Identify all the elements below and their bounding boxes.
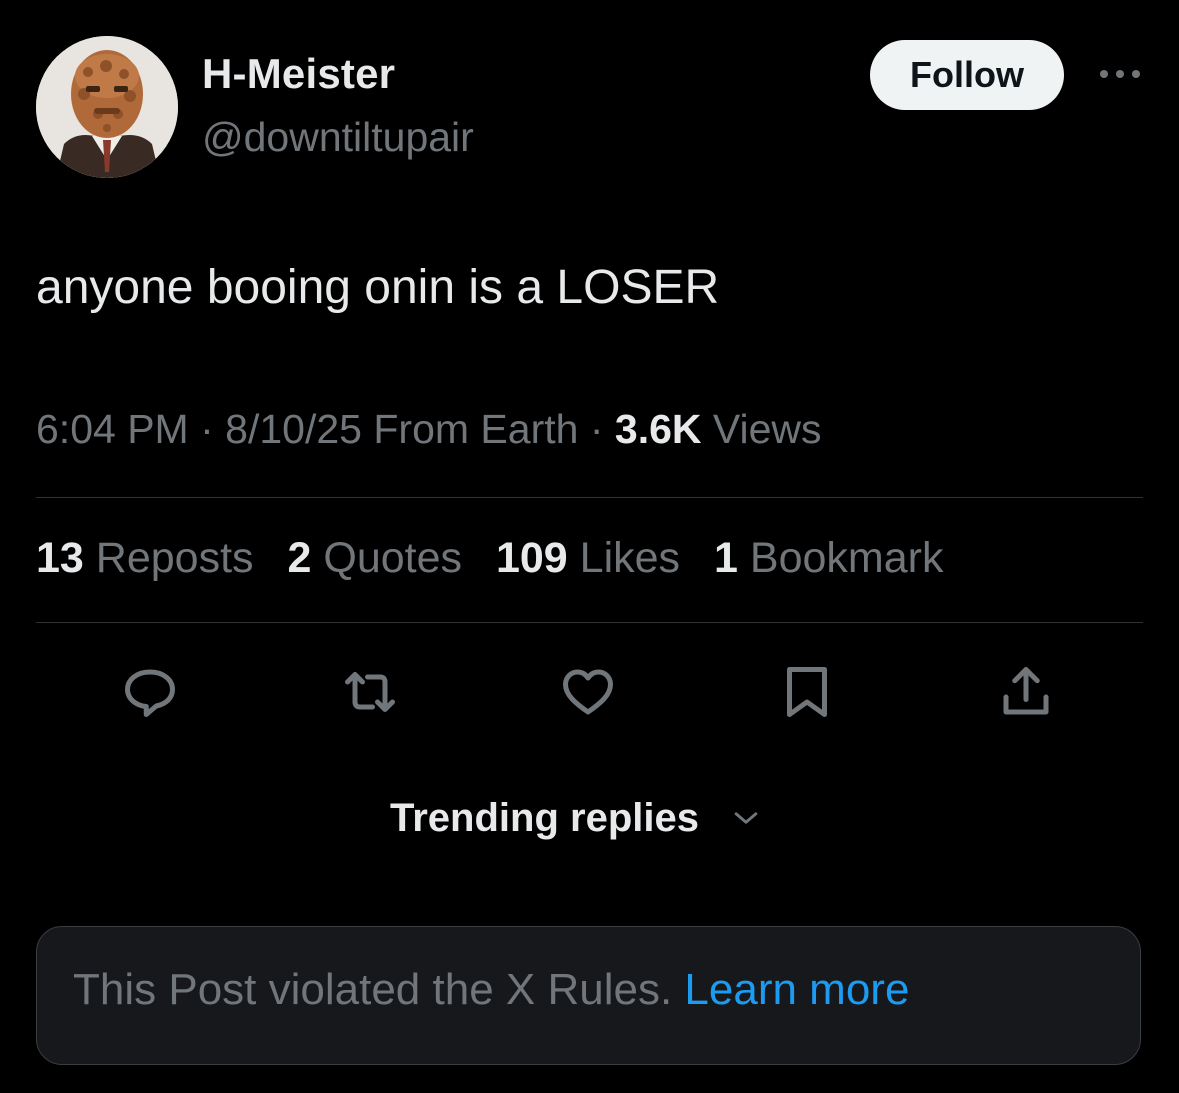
trending-replies-toggle[interactable]: Trending replies <box>390 790 763 846</box>
meta-separator: · <box>589 406 604 452</box>
post-text: anyone booing onin is a LOSER <box>36 261 720 314</box>
share-icon <box>1003 667 1049 715</box>
bookmarks-label: Bookmark <box>749 534 944 582</box>
chevron-down-icon <box>734 812 758 824</box>
divider <box>36 497 1143 498</box>
quotes-label: Quotes <box>323 534 463 582</box>
likes-label: Likes <box>579 534 681 582</box>
post-header: H-Meister @downtiltupair Follow <box>36 36 1143 178</box>
quotes-count: 2 <box>287 534 312 582</box>
post-source: From Earth <box>373 406 579 452</box>
reposts-count: 13 <box>36 534 84 582</box>
quotes-stat[interactable]: 2 Quotes <box>288 534 463 582</box>
repost-button[interactable] <box>338 660 402 724</box>
views-count: 3.6K <box>614 406 702 452</box>
post-date[interactable]: 8/10/25 <box>225 406 362 452</box>
follow-button[interactable]: Follow <box>870 40 1064 110</box>
more-options-icon[interactable] <box>1096 66 1144 82</box>
notice-text: This Post violated the X Rules. Learn mo… <box>73 965 909 1015</box>
bookmark-icon <box>787 667 827 717</box>
trending-replies-label: Trending replies <box>390 795 699 840</box>
learn-more-link[interactable]: Learn more <box>684 965 909 1014</box>
post-meta: 6:04 PM · 8/10/25 From Earth · 3.6K View… <box>36 406 822 453</box>
avatar[interactable] <box>36 36 178 178</box>
reposts-label: Reposts <box>95 534 254 582</box>
bookmarks-count: 1 <box>714 534 738 582</box>
display-name[interactable]: H-Meister <box>202 50 395 98</box>
likes-stat[interactable]: 109 Likes <box>496 534 680 582</box>
like-button[interactable] <box>556 660 620 724</box>
engagement-stats: 13 Reposts 2 Quotes 109 Likes 1 Bookmark <box>36 534 965 583</box>
reposts-stat[interactable]: 13 Reposts <box>36 534 254 582</box>
repost-icon <box>345 672 395 712</box>
meta-separator: · <box>200 406 214 452</box>
divider <box>36 622 1143 623</box>
reply-icon <box>125 669 175 717</box>
views-label: Views <box>712 406 822 452</box>
likes-count: 109 <box>495 534 568 582</box>
notice-message: This Post violated the X Rules. <box>73 965 673 1014</box>
avatar-image <box>36 36 178 178</box>
share-button[interactable] <box>994 660 1058 724</box>
user-handle[interactable]: @downtiltupair <box>202 114 474 161</box>
like-icon <box>563 669 613 715</box>
action-bar <box>0 660 1179 724</box>
bookmarks-stat[interactable]: 1 Bookmark <box>714 534 943 582</box>
reply-button[interactable] <box>118 660 182 724</box>
rules-violation-notice: This Post violated the X Rules. Learn mo… <box>36 926 1141 1065</box>
post-time[interactable]: 6:04 PM <box>36 406 189 452</box>
bookmark-button[interactable] <box>775 660 839 724</box>
